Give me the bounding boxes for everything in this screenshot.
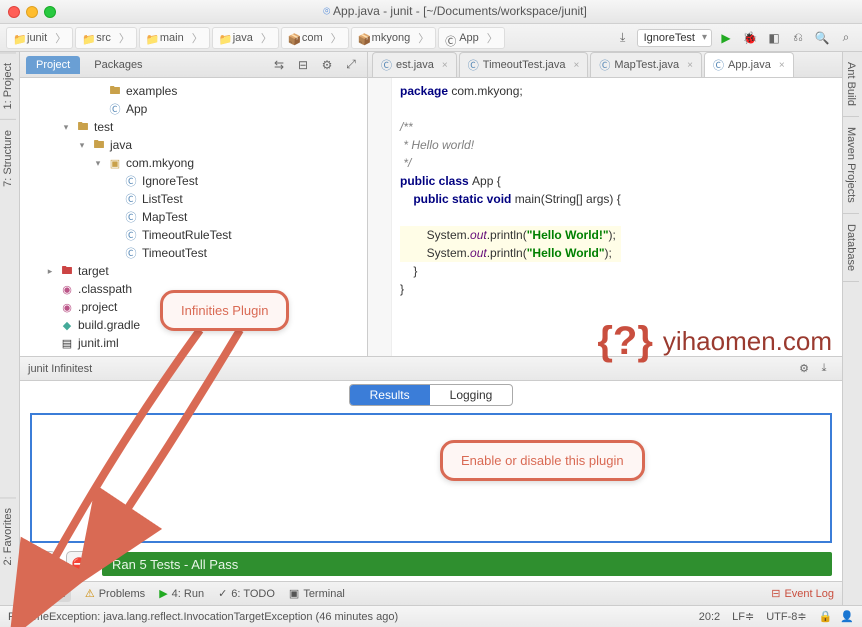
zoom-window-icon[interactable] [44, 6, 56, 18]
problems-tab[interactable]: ⚠Problems [85, 587, 145, 600]
left-tool-rail: 1: Project 7: Structure 2: Favorites [0, 52, 20, 605]
close-icon[interactable]: × [687, 60, 693, 71]
make-project-icon[interactable]: ⤓ [613, 28, 633, 48]
tree-node-ListTest[interactable]: Ⓒ ListTest [20, 190, 367, 208]
scroll-icon[interactable]: ⇆ [269, 55, 289, 75]
run-icon[interactable]: ▶ [716, 28, 736, 48]
infinitest-tabs: Results Logging [20, 381, 842, 409]
titlebar: ⌾ App.java - junit - [~/Documents/worksp… [0, 0, 862, 24]
results-tab[interactable]: Results [350, 385, 430, 405]
breadcrumb-App[interactable]: ⒸApp〉 [438, 27, 505, 49]
close-icon[interactable]: × [779, 60, 785, 71]
main-area: Project Packages ⇆ ⊟ ⚙ ⤢ 🖿 examplesⒸ App… [20, 52, 842, 605]
tree-node-junit-iml[interactable]: ▤ junit.iml [20, 334, 367, 352]
gear-icon[interactable]: ⚙ [317, 55, 337, 75]
window-title: ⌾ App.java - junit - [~/Documents/worksp… [56, 4, 854, 19]
infinitest-status: Ran 5 Tests - All Pass [102, 552, 832, 576]
packages-tab[interactable]: Packages [84, 56, 152, 74]
gutter [368, 78, 392, 356]
tree-node-target[interactable]: ▸🖿 target [20, 262, 367, 280]
editor-area: Ⓒest.java×ⒸTimeoutTest.java×ⒸMapTest.jav… [368, 52, 842, 356]
infinitest-results[interactable] [30, 413, 832, 543]
line-separator[interactable]: LF≑ [732, 610, 754, 623]
cursor-position: 20:2 [699, 611, 720, 623]
inspector-icon[interactable]: 👤 [840, 610, 854, 623]
lock-icon[interactable]: 🔒 [819, 610, 833, 623]
editor-tabs: Ⓒest.java×ⒸTimeoutTest.java×ⒸMapTest.jav… [368, 52, 842, 78]
tool-tab-project[interactable]: 1: Project [0, 52, 16, 119]
close-icon[interactable]: × [442, 60, 448, 71]
download-icon[interactable]: ⤓ [814, 359, 834, 379]
question-icon: {?} [597, 332, 653, 350]
callout-enable-disable: Enable or disable this plugin [440, 440, 645, 481]
tool-tab-structure[interactable]: 7: Structure [0, 119, 16, 197]
project-panel-header: Project Packages ⇆ ⊟ ⚙ ⤢ [20, 52, 367, 78]
close-icon[interactable]: × [574, 60, 580, 71]
tool-tab-favorites[interactable]: 2: Favorites [0, 497, 16, 575]
breadcrumb-com[interactable]: 📦com〉 [281, 27, 349, 49]
breadcrumb-junit[interactable]: 📁junit〉 [6, 27, 73, 49]
tree-node-java[interactable]: ▾🖿 java [20, 136, 367, 154]
terminal-tab[interactable]: ▣Terminal [289, 587, 345, 600]
refresh-button[interactable]: ⟳ [30, 551, 56, 577]
editor-tab-est-java[interactable]: Ⓒest.java× [372, 52, 457, 77]
breadcrumb-main[interactable]: 📁main〉 [139, 27, 210, 49]
tree-node-examples[interactable]: 🖿 examples [20, 82, 367, 100]
tool-tab-ant[interactable]: Ant Build [843, 52, 859, 117]
right-tool-rail: Ant Build Maven Projects Database [842, 52, 862, 605]
project-tab[interactable]: Project [26, 56, 80, 74]
run-config-combo[interactable]: IgnoreTest [637, 29, 712, 47]
infinitest-header: junit Infinitest ⚙ ⤓ [20, 357, 842, 381]
run-tab[interactable]: ▶4: Run [159, 587, 204, 600]
infinitest-title: junit Infinitest [28, 363, 92, 375]
tree-node-test[interactable]: ▾🖿 test [20, 118, 367, 136]
callout-infinities-plugin: Infinities Plugin [160, 290, 289, 331]
debug-icon[interactable]: 🐞 [740, 28, 760, 48]
junit-tab[interactable]: ●junit [28, 586, 71, 602]
code-editor[interactable]: package com.mkyong; /** * Hello world! *… [368, 78, 842, 356]
tree-node-TimeoutRuleTest[interactable]: Ⓒ TimeoutRuleTest [20, 226, 367, 244]
breadcrumb-bar: 📁junit〉📁src〉📁main〉📁java〉📦com〉📦mkyong〉ⒸAp… [0, 24, 862, 52]
tree-node-MapTest[interactable]: Ⓒ MapTest [20, 208, 367, 226]
file-encoding[interactable]: UTF-8≑ [766, 610, 806, 623]
tool-tab-database[interactable]: Database [843, 214, 859, 282]
tree-node-com-mkyong[interactable]: ▾▣ com.mkyong [20, 154, 367, 172]
tree-node-TimeoutTest[interactable]: Ⓒ TimeoutTest [20, 244, 367, 262]
editor-tab-App-java[interactable]: ⒸApp.java× [704, 52, 794, 77]
status-message: RuntimeException: java.lang.reflect.Invo… [8, 611, 398, 623]
tool-tab-maven[interactable]: Maven Projects [843, 117, 859, 214]
event-log-tab[interactable]: ⊟Event Log [771, 587, 834, 600]
hide-icon[interactable]: ⤢ [341, 55, 361, 75]
gear-icon[interactable]: ⚙ [794, 359, 814, 379]
infinitest-panel: junit Infinitest ⚙ ⤓ Results Logging ⟳ ⛔… [20, 357, 842, 581]
breadcrumb-java[interactable]: 📁java〉 [212, 27, 279, 49]
vcs-icon[interactable]: ⎌ [788, 28, 808, 48]
todo-tab[interactable]: ✓6: TODO [218, 587, 275, 600]
status-bar: RuntimeException: java.lang.reflect.Invo… [0, 605, 862, 627]
bottom-tool-tabs: ●junit ⚠Problems ▶4: Run ✓6: TODO ▣Termi… [20, 581, 842, 605]
logging-tab[interactable]: Logging [430, 385, 513, 405]
editor-tab-MapTest-java[interactable]: ⒸMapTest.java× [590, 52, 702, 77]
coverage-icon[interactable]: ◧ [764, 28, 784, 48]
minimize-window-icon[interactable] [26, 6, 38, 18]
watermark: {?} yihaomen.com [597, 332, 832, 350]
search-icon[interactable]: 🔍 [812, 28, 832, 48]
find-icon[interactable]: ⌕ [836, 28, 856, 48]
collapse-icon[interactable]: ⊟ [293, 55, 313, 75]
stop-button[interactable]: ⛔ [66, 551, 92, 577]
breadcrumb-mkyong[interactable]: 📦mkyong〉 [351, 27, 437, 49]
tree-node-App[interactable]: Ⓒ App [20, 100, 367, 118]
close-window-icon[interactable] [8, 6, 20, 18]
code-text[interactable]: package com.mkyong; /** * Hello world! *… [392, 78, 629, 356]
editor-tab-TimeoutTest-java[interactable]: ⒸTimeoutTest.java× [459, 52, 589, 77]
breadcrumb-src[interactable]: 📁src〉 [75, 27, 137, 49]
tree-node-IgnoreTest[interactable]: Ⓒ IgnoreTest [20, 172, 367, 190]
